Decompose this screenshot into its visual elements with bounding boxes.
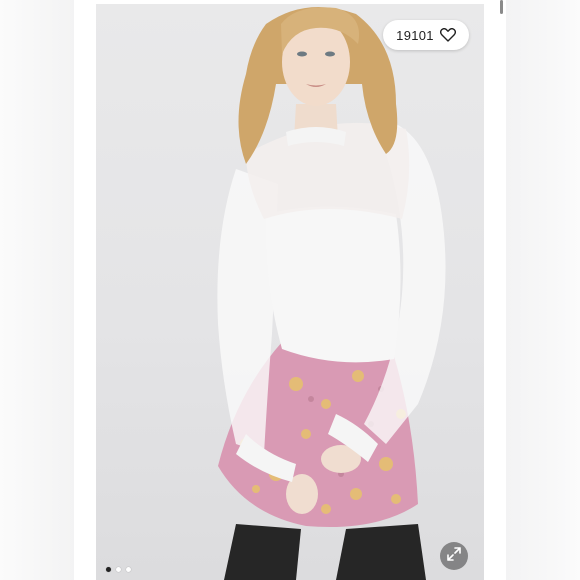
carousel-dot-2[interactable] — [116, 567, 121, 572]
listing-image-viewer: 19101 — [0, 0, 580, 580]
left-blurred-margin — [0, 0, 74, 580]
carousel-indicator — [106, 567, 131, 572]
expand-arrows-icon — [447, 546, 461, 566]
white-bodysuit — [265, 206, 401, 363]
model-illustration — [217, 6, 446, 580]
right-blurred-margin — [506, 0, 580, 580]
right-leg — [336, 524, 426, 580]
scrollbar-thumb[interactable] — [500, 0, 503, 14]
carousel-dot-1[interactable] — [106, 567, 111, 572]
heart-icon — [439, 28, 456, 42]
expand-image-button[interactable] — [440, 542, 468, 570]
left-leg — [224, 524, 301, 580]
carousel-dot-3[interactable] — [126, 567, 131, 572]
product-photo[interactable] — [96, 4, 484, 580]
like-button[interactable]: 19101 — [383, 20, 469, 50]
likes-count: 19101 — [396, 27, 434, 43]
